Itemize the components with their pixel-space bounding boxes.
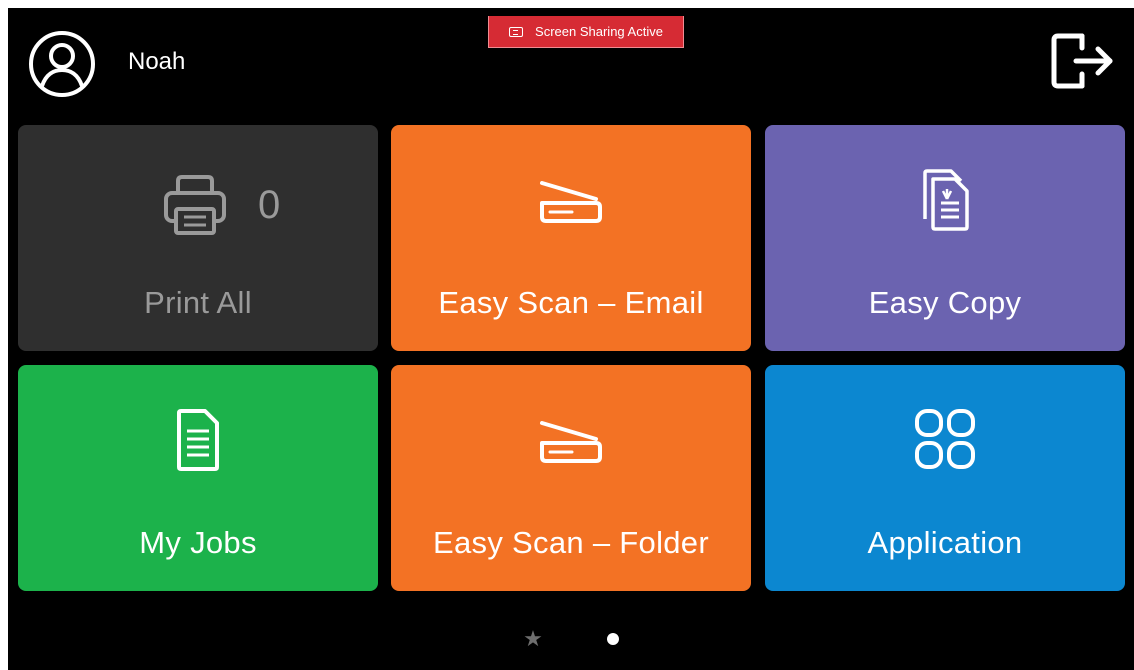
easy-scan-folder-label: Easy Scan – Folder — [433, 525, 709, 560]
easy-scan-email-label: Easy Scan – Email — [438, 285, 704, 320]
copy-document-icon — [923, 169, 969, 231]
print-job-count: 0 — [258, 182, 281, 227]
printer-icon — [164, 175, 226, 235]
scanner-icon — [540, 421, 602, 463]
user-circle-icon[interactable] — [28, 30, 96, 98]
document-icon — [177, 409, 219, 471]
star-icon[interactable]: ★ — [523, 628, 543, 650]
my-jobs-tile[interactable]: My Jobs — [18, 365, 378, 591]
application-label: Application — [867, 525, 1023, 560]
easy-scan-email-tile[interactable]: Easy Scan – Email — [391, 125, 751, 351]
easy-copy-tile[interactable]: Easy Copy — [765, 125, 1125, 351]
page-indicator: ★ — [8, 628, 1134, 650]
apps-grid-icon — [915, 409, 975, 469]
my-jobs-label: My Jobs — [139, 525, 257, 560]
screen-sharing-banner: Screen Sharing Active — [488, 16, 684, 48]
screen-share-icon — [509, 26, 524, 37]
terminal-screen: Screen Sharing Active Noah 0 Print All E… — [8, 8, 1134, 670]
scanner-icon — [540, 181, 602, 223]
print-all-icon-group: 0 — [160, 173, 280, 237]
logout-icon[interactable] — [1048, 28, 1118, 94]
page-dot-active[interactable] — [606, 633, 619, 645]
screen-sharing-text: Screen Sharing Active — [535, 24, 663, 39]
print-all-tile[interactable]: 0 Print All — [18, 125, 378, 351]
application-tile[interactable]: Application — [765, 365, 1125, 591]
user-name: Noah — [128, 48, 186, 75]
easy-scan-folder-tile[interactable]: Easy Scan – Folder — [391, 365, 751, 591]
easy-copy-label: Easy Copy — [868, 285, 1022, 320]
print-all-label: Print All — [144, 285, 252, 320]
